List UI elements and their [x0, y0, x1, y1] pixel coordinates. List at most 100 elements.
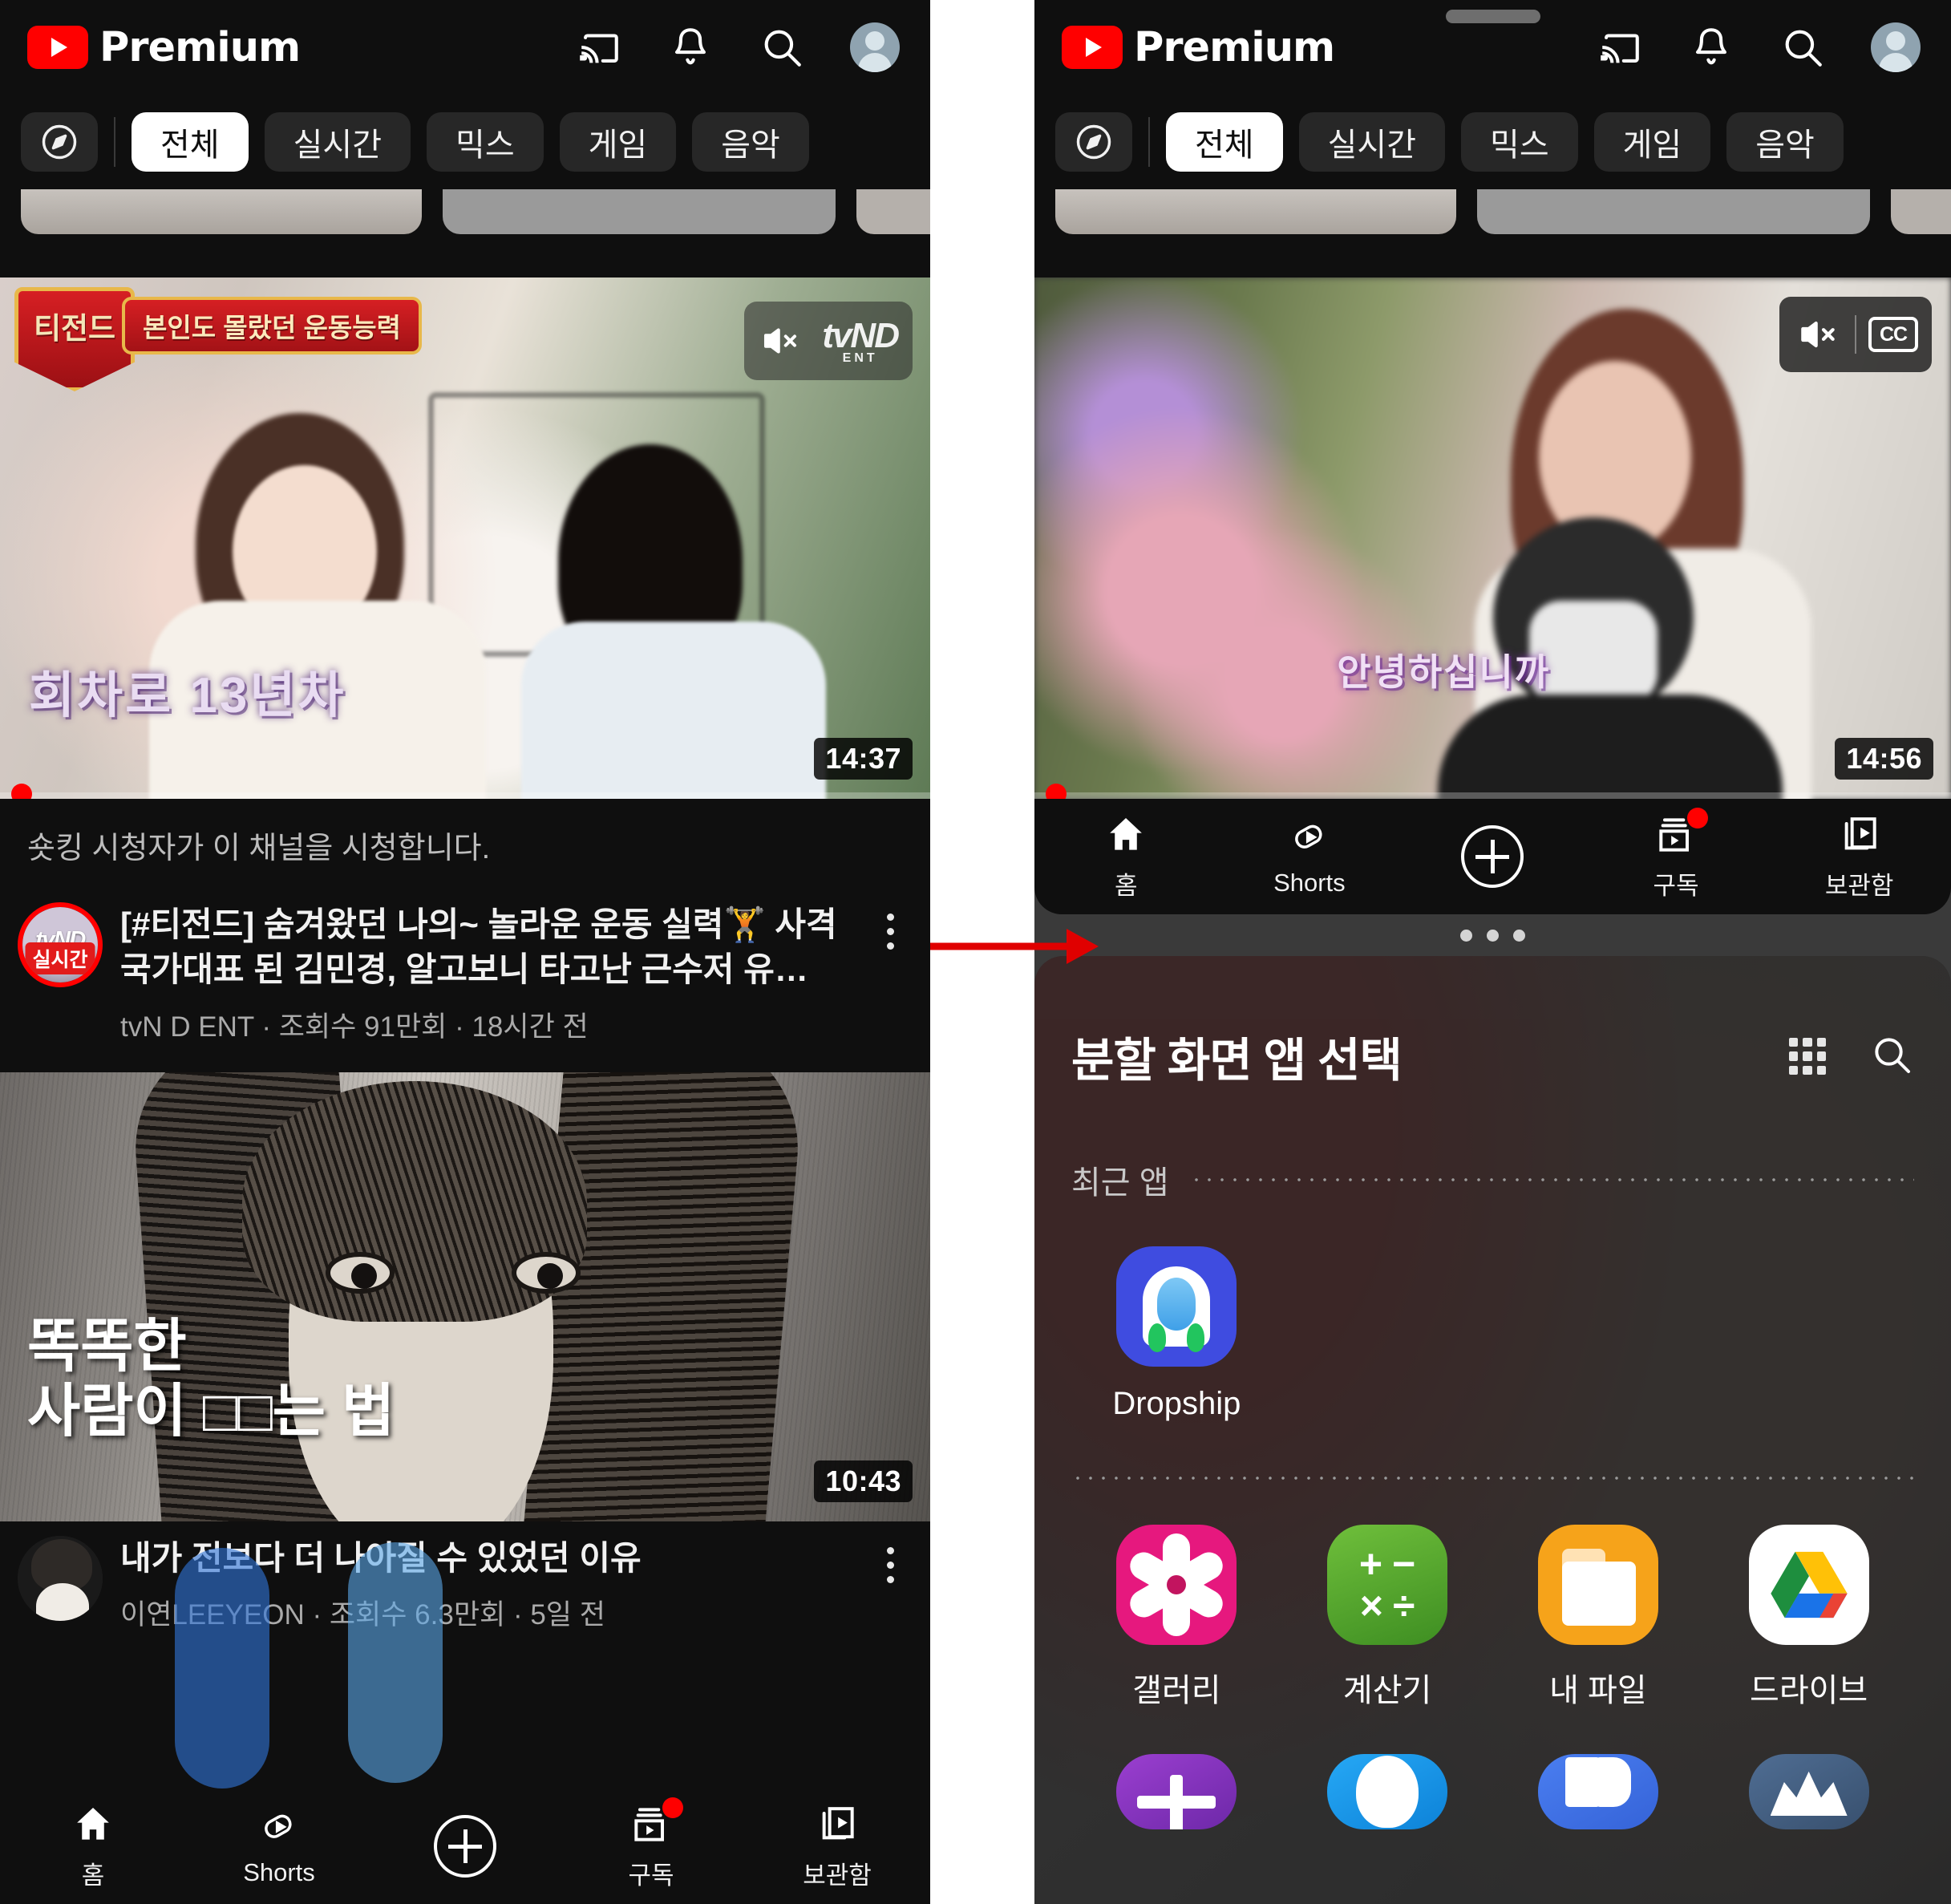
video-progress-bar-1[interactable] — [0, 784, 930, 799]
filter-chip-row-right[interactable]: 전체 실시간 믹스 게임 음악 — [1034, 95, 1951, 189]
explore-compass-icon-right[interactable] — [1055, 112, 1132, 172]
nav-subscriptions-label-right: 구독 — [1653, 871, 1699, 900]
chip-all-right[interactable]: 전체 — [1166, 112, 1283, 172]
app-item-partial-1[interactable] — [1071, 1754, 1282, 1829]
mute-button[interactable] — [1786, 302, 1850, 367]
live-badge: 실시간 — [25, 942, 95, 974]
nav-shorts[interactable]: Shorts — [186, 1805, 372, 1887]
youtube-play-icon — [27, 26, 88, 69]
app-label-calculator: 계산기 — [1342, 1673, 1432, 1708]
chip-music-right[interactable]: 음악 — [1726, 112, 1844, 172]
chip-mixes-right[interactable]: 믹스 — [1461, 112, 1578, 172]
video-thumbnail-right[interactable]: CC 안녕하십니까 14:56 — [1034, 277, 1951, 799]
nav-library-label: 보관함 — [803, 1861, 872, 1890]
channel-avatar-2[interactable] — [18, 1535, 103, 1621]
bottom-navigation-left[interactable]: 홈 Shorts 구독 보관함 — [0, 1789, 930, 1904]
filter-chip-row[interactable]: 전체 실시간 믹스 게임 음악 — [0, 95, 930, 189]
mute-icon[interactable] — [757, 319, 803, 363]
channel-avatar-1[interactable]: tvND 실시간 — [18, 902, 103, 987]
explore-compass-icon[interactable] — [21, 112, 98, 172]
shelf-card[interactable] — [443, 189, 836, 234]
avatar[interactable] — [850, 22, 900, 72]
search-icon-right[interactable] — [1779, 24, 1826, 71]
video-progress-bar-right[interactable] — [1034, 784, 1951, 799]
nav-create[interactable] — [372, 1815, 558, 1878]
app-item-dropship[interactable]: Dropship — [1071, 1246, 1282, 1422]
shorts-shelf-strip[interactable] — [0, 189, 930, 277]
recent-apps-row[interactable]: Dropship — [1071, 1211, 1914, 1467]
chip-gaming-right[interactable]: 게임 — [1593, 112, 1711, 172]
split-screen-app-picker: 분할 화면 앱 선택 최근 앱 Dropship 갤러리 + − × ÷ 계산기… — [1034, 956, 1951, 1904]
shelf-card[interactable] — [1055, 189, 1456, 234]
cast-icon-right[interactable] — [1597, 24, 1643, 71]
video-meta-row-1[interactable]: tvND 실시간 [#티전드] 숨겨왔던 나의~ 놀라운 운동 실력🏋 사격 국… — [0, 888, 930, 1072]
video-thumbnail-1[interactable]: 티전드 본인도 몰랐던 운동능력 회차로 13년차 tvND ENT 14:37 — [0, 277, 930, 799]
drive-icon — [1748, 1525, 1869, 1645]
avatar-right[interactable] — [1871, 22, 1921, 72]
video-menu-button-1[interactable] — [868, 902, 913, 950]
page-indicator-dots[interactable] — [1034, 914, 1951, 956]
video-controls-overlay[interactable]: CC — [1779, 297, 1932, 372]
nav-subscriptions-right[interactable]: 구독 — [1585, 807, 1768, 901]
nav-home-label-right: 홈 — [1115, 871, 1138, 900]
bottom-navigation-right[interactable]: 홈 Shorts 구독 보관함 — [1034, 799, 1951, 914]
app-label-drive: 드라이브 — [1750, 1673, 1868, 1708]
app-item-partial-3[interactable] — [1493, 1754, 1704, 1829]
chip-mixes[interactable]: 믹스 — [427, 112, 544, 172]
video-menu-button-2[interactable] — [868, 1536, 913, 1583]
nav-subscriptions[interactable]: 구독 — [558, 1797, 744, 1891]
video-subtitle-2: 이연LEEYEON · 조회수 6.3만회 · 5일 전 — [120, 1598, 605, 1631]
youtube-premium-logo-right[interactable]: Premium — [1062, 24, 1335, 71]
chip-separator — [114, 117, 115, 167]
chip-gaming[interactable]: 게임 — [559, 112, 677, 172]
nav-library[interactable]: 보관함 — [744, 1802, 930, 1891]
recent-apps-label: 최근 앱 — [1071, 1165, 1169, 1201]
youtube-premium-logo[interactable]: Premium — [27, 24, 301, 71]
bell-icon[interactable] — [667, 24, 714, 71]
library-icon — [1844, 816, 1876, 849]
calc-times: × — [1359, 1583, 1383, 1628]
shelf-card[interactable] — [1891, 189, 1951, 234]
nav-create-right[interactable] — [1401, 825, 1585, 888]
all-apps-grid[interactable]: 갤러리 + − × ÷ 계산기 내 파일 드라이브 — [1071, 1525, 1914, 1754]
calc-divide: ÷ — [1393, 1583, 1415, 1628]
app-item-gallery[interactable]: 갤러리 — [1071, 1525, 1282, 1711]
chip-all[interactable]: 전체 — [132, 112, 249, 172]
video-thumbnail-2[interactable]: 똑똑한 사람이 □□는 법 10:43 — [0, 1072, 930, 1521]
search-icon[interactable] — [759, 24, 805, 71]
bell-icon-right[interactable] — [1688, 24, 1734, 71]
nav-shorts-label-right: Shorts — [1273, 869, 1346, 897]
app-item-drive[interactable]: 드라이브 — [1703, 1525, 1914, 1711]
shorts-icon — [265, 1814, 292, 1838]
chip-live[interactable]: 실시간 — [264, 112, 411, 172]
lightblue-app-icon — [1327, 1754, 1448, 1829]
cc-button[interactable]: CC — [1861, 302, 1925, 367]
shelf-card[interactable] — [1477, 189, 1870, 234]
chip-live-right[interactable]: 실시간 — [1298, 112, 1446, 172]
grid-view-icon[interactable] — [1789, 1038, 1826, 1075]
app-item-partial-4[interactable] — [1703, 1754, 1914, 1829]
shelf-card[interactable] — [856, 189, 930, 234]
chip-music[interactable]: 음악 — [692, 112, 809, 172]
nav-home-right[interactable]: 홈 — [1034, 812, 1218, 901]
video-subtitle-1: tvN D ENT · 조회수 91만회 · 18시간 전 — [120, 1011, 589, 1043]
app-item-partial-2[interactable] — [1282, 1754, 1493, 1829]
cast-icon[interactable] — [576, 24, 622, 71]
video-title-1[interactable]: [#티전드] 숨겨왔던 나의~ 놀라운 운동 실력🏋 사격 국가대표 된 김민경… — [120, 902, 850, 993]
app-item-calculator[interactable]: + − × ÷ 계산기 — [1282, 1525, 1493, 1711]
nav-library-right[interactable]: 보관함 — [1767, 812, 1951, 901]
nav-home[interactable]: 홈 — [0, 1802, 186, 1891]
thumbnail-image-2 — [0, 1072, 930, 1521]
nav-shorts-right[interactable]: Shorts — [1218, 816, 1402, 897]
sheet-search-icon[interactable] — [1869, 1032, 1914, 1081]
youtube-header-right: Premium — [1034, 0, 1951, 95]
video-meta-row-2[interactable]: 내가 전보다 더 나아질 수 있었던 이유 이연LEEYEON · 조회수 6.… — [0, 1521, 930, 1660]
purple-app-icon — [1116, 1754, 1237, 1829]
app-grid-partial-row[interactable] — [1071, 1754, 1914, 1829]
shorts-shelf-strip-right[interactable] — [1034, 189, 1951, 277]
video-title-2[interactable]: 내가 전보다 더 나아질 수 있었던 이유 — [120, 1536, 850, 1581]
drag-handle[interactable] — [1445, 10, 1540, 23]
shelf-card[interactable] — [21, 189, 422, 234]
app-item-my-files[interactable]: 내 파일 — [1493, 1525, 1704, 1711]
thumbnail-subtitle-1: 회차로 13년차 — [29, 668, 346, 723]
